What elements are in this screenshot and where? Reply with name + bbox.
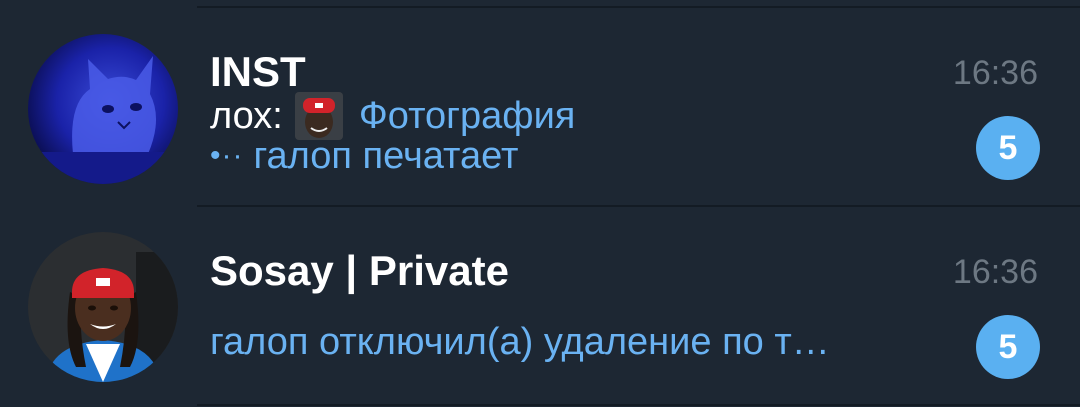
divider bbox=[197, 404, 1080, 406]
message-text: галоп отключил(а) удаление по т… bbox=[210, 320, 830, 363]
cat-avatar-icon bbox=[28, 34, 178, 184]
chat-item-inst[interactable]: INST 16:36 лох: Фотография •·· галоп печ… bbox=[0, 8, 1080, 204]
photo-thumbnail-icon bbox=[294, 92, 343, 140]
person-avatar-icon bbox=[28, 232, 178, 382]
chat-time: 16:36 bbox=[952, 54, 1038, 92]
person-avatar-image bbox=[28, 232, 178, 382]
cat-avatar-image bbox=[28, 34, 178, 184]
chat-time: 16:36 bbox=[952, 253, 1038, 291]
typing-dots-icon: •·· bbox=[210, 139, 244, 172]
chat-title: INST bbox=[210, 48, 306, 95]
unread-badge: 5 bbox=[976, 116, 1040, 180]
chat-list: INST 16:36 лох: Фотография •·· галоп печ… bbox=[0, 0, 1080, 407]
chat-item-sosay-private[interactable]: Sosay | Private 16:36 галоп отключил(а) … bbox=[0, 207, 1080, 403]
typing-status: •·· галоп печатает bbox=[210, 134, 518, 178]
message-sender: лох: bbox=[210, 94, 283, 137]
typing-text: галоп печатает bbox=[253, 134, 519, 177]
chat-title: Sosay | Private bbox=[210, 247, 509, 294]
last-message: галоп отключил(а) удаление по т… bbox=[210, 317, 830, 367]
unread-badge: 5 bbox=[976, 315, 1040, 379]
message-text: Фотография bbox=[358, 94, 576, 137]
